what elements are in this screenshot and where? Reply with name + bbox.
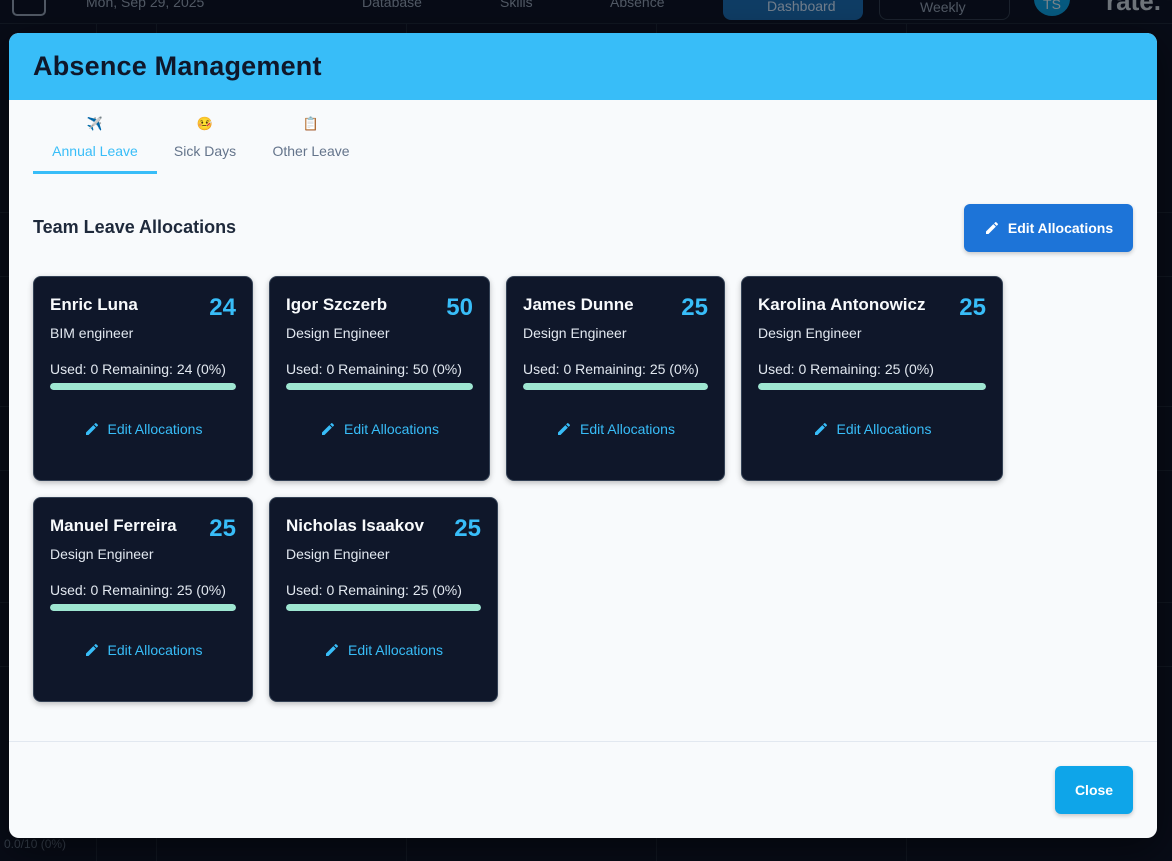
pencil-icon	[320, 421, 336, 437]
tab-label: Other Leave	[272, 143, 350, 159]
remaining-progress-bar	[286, 604, 481, 611]
total-days: 25	[454, 515, 481, 542]
employee-card: Manuel Ferreira 25 Design Engineer Used: 0 …	[33, 497, 253, 702]
employee-name: Igor Szczerb	[286, 295, 388, 314]
tab-annual-leave[interactable]: ✈️ Annual Leave	[33, 111, 157, 174]
usage-summary: Used: 0 Remaining: 25 (0%)	[758, 361, 934, 377]
employee-role: Design Engineer	[50, 546, 154, 562]
employee-card: Nicholas Isaakov 25 Design Engineer Used: 0…	[269, 497, 498, 702]
tab-sick-days[interactable]: 🤒 Sick Days	[157, 111, 253, 173]
remaining-progress-bar	[286, 383, 473, 390]
total-days: 25	[959, 294, 986, 321]
footer-divider	[9, 741, 1157, 742]
edit-allocations-label: Edit Allocations	[1007, 220, 1114, 236]
leave-tabs: ✈️ Annual Leave 🤒 Sick Days 📋 Other Leav…	[33, 111, 369, 174]
employee-card: James Dunne 25 Design Engineer Used: 0 Rema…	[506, 276, 725, 481]
edit-allocations-link-label: Edit Allocations	[107, 421, 203, 437]
remaining-progress-fill	[523, 383, 708, 390]
employee-card: Enric Luna 24 BIM engineer Used: 0 Remainin…	[33, 276, 253, 481]
remaining-progress-bar	[758, 383, 986, 390]
total-days: 25	[681, 294, 708, 321]
edit-allocations-link[interactable]: Edit Allocations	[34, 421, 252, 437]
remaining-progress-fill	[758, 383, 986, 390]
employee-name: Enric Luna	[50, 295, 138, 314]
edit-allocations-button[interactable]: Edit Allocations	[964, 204, 1133, 252]
remaining-progress-bar	[50, 383, 236, 390]
close-button[interactable]: Close	[1055, 766, 1133, 814]
pencil-icon	[324, 642, 340, 658]
edit-allocations-link-label: Edit Allocations	[107, 642, 203, 658]
remaining-progress-fill	[286, 383, 473, 390]
employee-role: BIM engineer	[50, 325, 134, 341]
section-title: Team Leave Allocations	[33, 217, 237, 237]
employee-name: Karolina Antonowicz	[758, 295, 926, 314]
edit-allocations-link[interactable]: Edit Allocations	[270, 642, 497, 658]
employee-role: Design Engineer	[758, 325, 862, 341]
pencil-icon	[84, 421, 100, 437]
edit-allocations-link[interactable]: Edit Allocations	[742, 421, 1002, 437]
absence-modal: Absence Management ✈️ Annual Leave 🤒 Sic…	[9, 33, 1157, 838]
pencil-icon	[556, 421, 572, 437]
employee-name: Nicholas Isaakov	[286, 516, 424, 535]
employee-role: Design Engineer	[286, 325, 390, 341]
pencil-icon	[84, 642, 100, 658]
employee-name: James Dunne	[523, 295, 634, 314]
usage-summary: Used: 0 Remaining: 25 (0%)	[523, 361, 699, 377]
employee-name: Manuel Ferreira	[50, 516, 177, 535]
employee-role: Design Engineer	[286, 546, 390, 562]
remaining-progress-fill	[50, 383, 236, 390]
usage-summary: Used: 0 Remaining: 50 (0%)	[286, 361, 462, 377]
usage-summary: Used: 0 Remaining: 25 (0%)	[286, 582, 462, 598]
tab-other-leave[interactable]: 📋 Other Leave	[253, 111, 369, 173]
usage-summary: Used: 0 Remaining: 25 (0%)	[50, 582, 226, 598]
tab-label: Sick Days	[173, 143, 237, 159]
total-days: 25	[209, 515, 236, 542]
total-days: 50	[446, 294, 473, 321]
employee-role: Design Engineer	[523, 325, 627, 341]
remaining-progress-fill	[50, 604, 236, 611]
remaining-progress-bar	[50, 604, 236, 611]
edit-allocations-link-label: Edit Allocations	[344, 421, 439, 437]
employee-card: Igor Szczerb 50 Design Engineer Used: 0 Rem…	[269, 276, 490, 481]
employee-card: Karolina Antonowicz 25 Design Engineer Used…	[741, 276, 1003, 481]
edit-allocations-link-label: Edit Allocations	[580, 421, 675, 437]
clipboard-icon: 📋	[302, 116, 320, 131]
airplane-icon: ✈️	[86, 116, 104, 131]
sick-face-icon: 🤒	[196, 116, 214, 131]
edit-allocations-link-label: Edit Allocations	[836, 421, 932, 437]
edit-allocations-link[interactable]: Edit Allocations	[34, 642, 252, 658]
pencil-icon	[984, 220, 1000, 236]
usage-summary: Used: 0 Remaining: 24 (0%)	[50, 361, 226, 377]
modal-header: Absence Management	[9, 33, 1157, 100]
remaining-progress-fill	[286, 604, 481, 611]
edit-allocations-link[interactable]: Edit Allocations	[270, 421, 489, 437]
modal-title: Absence Management	[33, 51, 322, 81]
edit-allocations-link[interactable]: Edit Allocations	[507, 421, 724, 437]
pencil-icon	[813, 421, 829, 437]
total-days: 24	[209, 294, 236, 321]
tab-label: Annual Leave	[52, 143, 138, 159]
remaining-progress-bar	[523, 383, 708, 390]
edit-allocations-link-label: Edit Allocations	[348, 642, 443, 658]
